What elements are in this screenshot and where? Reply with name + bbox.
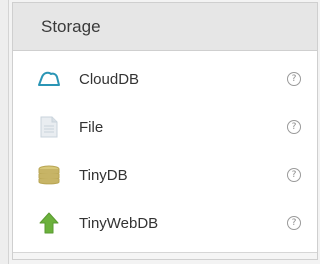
cloud-icon: [37, 67, 61, 91]
panel-title: Storage: [41, 16, 101, 36]
database-icon: [37, 163, 61, 187]
file-icon: [37, 115, 61, 139]
component-item-tinydb[interactable]: TinyDB ?: [13, 151, 317, 199]
left-divider: [0, 0, 9, 264]
help-icon[interactable]: ?: [287, 120, 301, 134]
help-icon[interactable]: ?: [287, 216, 301, 230]
component-list: CloudDB ? File ? TinyDB ? TinyWebDB ?: [13, 55, 317, 247]
component-label: CloudDB: [79, 70, 140, 88]
window-background: Storage CloudDB ? File ? TinyDB ? TinyWe…: [0, 0, 320, 264]
upload-arrow-icon: [37, 211, 61, 235]
component-item-tinywebdb[interactable]: TinyWebDB ?: [13, 199, 317, 247]
component-label: TinyDB: [79, 166, 128, 184]
component-item-clouddb[interactable]: CloudDB ?: [13, 55, 317, 103]
component-item-file[interactable]: File ?: [13, 103, 317, 151]
help-icon[interactable]: ?: [287, 72, 301, 86]
component-label: File: [79, 118, 104, 136]
component-label: TinyWebDB: [79, 214, 159, 232]
storage-header[interactable]: Storage: [13, 3, 317, 51]
panel-footer: [13, 252, 317, 259]
help-icon[interactable]: ?: [287, 168, 301, 182]
storage-palette-panel: Storage CloudDB ? File ? TinyDB ? TinyWe…: [12, 2, 318, 260]
